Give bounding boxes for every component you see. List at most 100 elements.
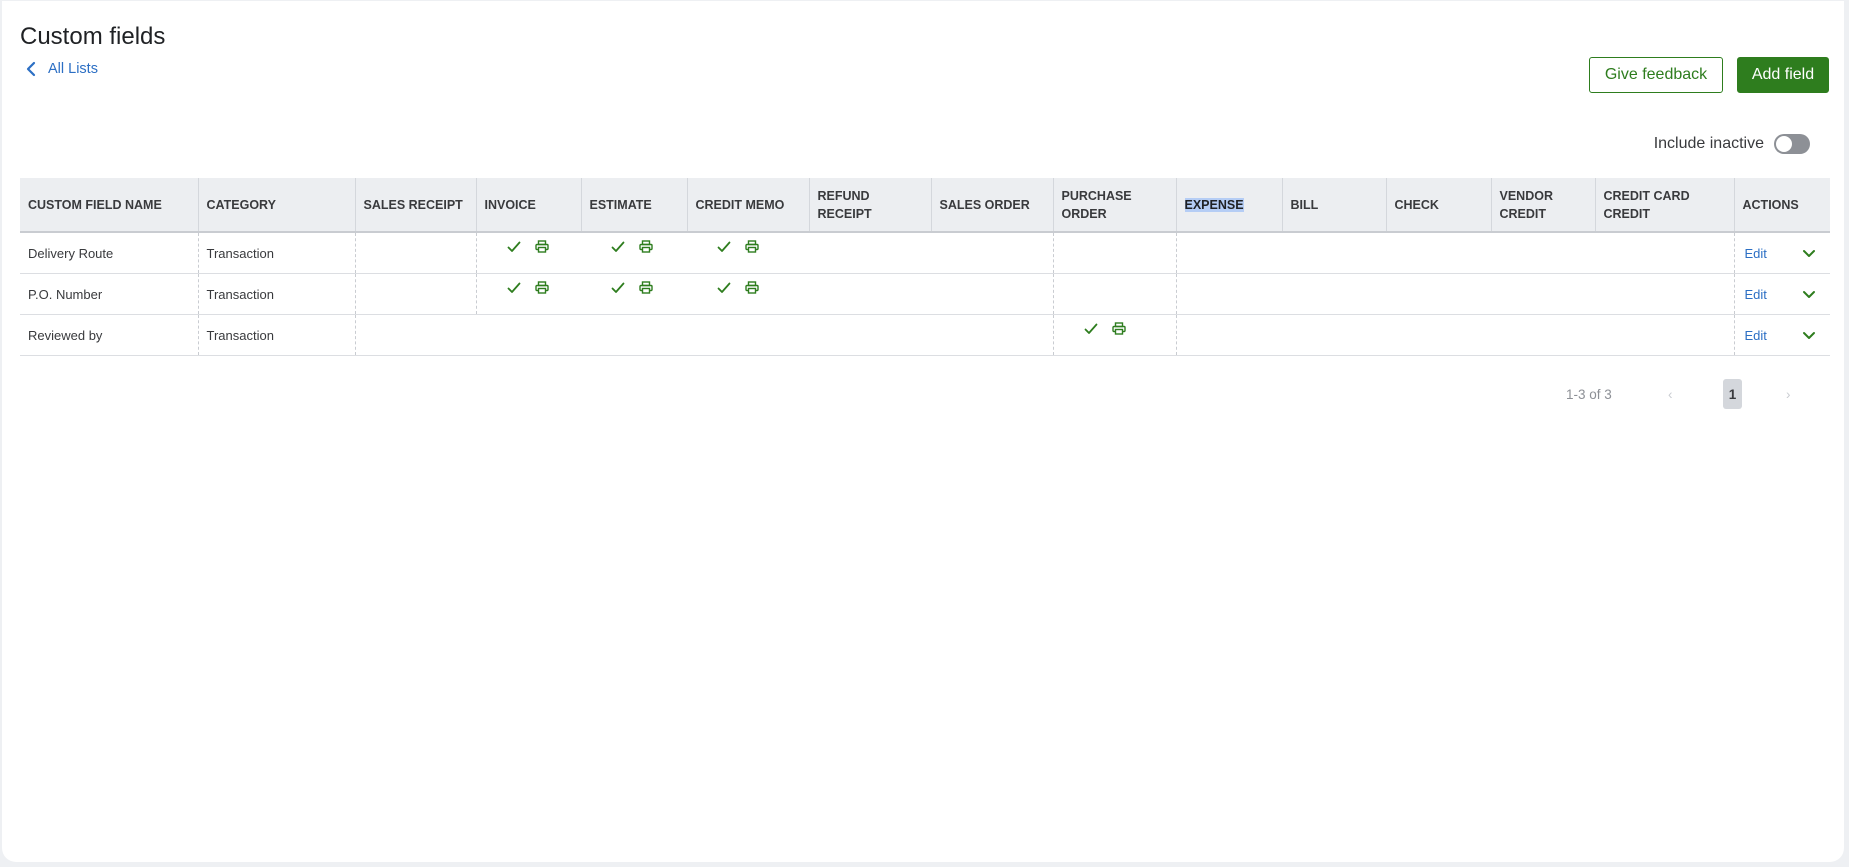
cell-purchase-order (1052, 314, 1176, 356)
printer-icon (639, 240, 653, 253)
col-refund-receipt: REFUND RECEIPT (808, 178, 931, 233)
cell-bill (1282, 273, 1386, 315)
all-lists-link[interactable]: All Lists (26, 61, 98, 77)
cell-actions: Edit (1733, 232, 1830, 274)
give-feedback-button[interactable]: Give feedback (1589, 57, 1723, 93)
col-sales-receipt: SALES RECEIPT (354, 178, 476, 233)
checkmark-icon (507, 241, 521, 253)
cell-sales-receipt (354, 314, 476, 356)
purchase-order-enabled (1084, 322, 1126, 335)
col-expense: EXPENSE (1175, 178, 1282, 233)
cell-credit-card-credit (1595, 314, 1734, 356)
table-header-row: CUSTOM FIELD NAME CATEGORY SALES RECEIPT… (20, 178, 1830, 233)
checkmark-icon (717, 282, 731, 294)
cell-invoice (475, 273, 581, 315)
include-inactive-filter: Include inactive (1654, 134, 1810, 154)
cell-credit-memo (687, 232, 809, 274)
cell-bill (1282, 232, 1386, 274)
checkmark-icon (611, 241, 625, 253)
printer-icon (745, 240, 759, 253)
field-name: Delivery Route (20, 232, 198, 274)
field-name: Reviewed by (20, 314, 198, 356)
edit-link[interactable]: Edit (1745, 328, 1767, 343)
printer-icon (1111, 322, 1126, 335)
page-button-current[interactable]: 1 (1723, 379, 1742, 409)
cell-vendor-credit (1491, 232, 1595, 274)
add-field-button[interactable]: Add field (1737, 57, 1829, 93)
chevron-down-icon[interactable] (1802, 246, 1816, 261)
cell-sales-receipt (354, 232, 476, 274)
cell-purchase-order (1052, 232, 1176, 274)
cell-check (1386, 314, 1491, 356)
checkmark-icon (1084, 323, 1098, 335)
cell-sales-order (931, 232, 1053, 274)
cell-actions: Edit (1733, 273, 1830, 315)
cell-credit-card-credit (1595, 232, 1734, 274)
col-credit-card-credit-label: CREDIT CARD CREDIT (1603, 188, 1690, 221)
cell-sales-order (931, 314, 1053, 356)
col-vendor-credit: VENDOR CREDIT (1490, 178, 1595, 233)
col-sales-order: SALES ORDER (930, 178, 1053, 233)
invoice-enabled (507, 240, 549, 253)
pagination: 1-3 of 3 ‹ 1 › (1562, 379, 1830, 411)
col-expense-label: EXPENSE (1184, 197, 1244, 212)
previous-page-button[interactable]: ‹ (1668, 387, 1673, 402)
cell-refund-receipt (809, 232, 931, 274)
col-category[interactable]: CATEGORY (197, 178, 355, 233)
field-category: Transaction (197, 232, 355, 274)
col-invoice: INVOICE (475, 178, 581, 233)
cell-expense (1175, 314, 1282, 356)
cell-sales-receipt (354, 273, 476, 315)
chevron-left-icon (26, 61, 36, 77)
field-category: Transaction (197, 273, 355, 315)
pagination-range: 1-3 of 3 (1566, 387, 1612, 402)
field-category: Transaction (197, 314, 355, 356)
field-name: P.O. Number (20, 273, 198, 315)
cell-bill (1282, 314, 1386, 356)
col-purchase-order-label: PURCHASE ORDER (1061, 188, 1132, 221)
include-inactive-label: Include inactive (1653, 135, 1764, 152)
estimate-enabled (611, 240, 653, 253)
cell-vendor-credit (1491, 314, 1595, 356)
printer-icon (534, 240, 549, 253)
chevron-down-icon[interactable] (1802, 328, 1816, 343)
all-lists-label: All Lists (48, 61, 98, 77)
edit-link[interactable]: Edit (1745, 246, 1767, 261)
credit-memo-enabled (717, 240, 759, 253)
cell-credit-memo (687, 273, 809, 315)
col-estimate: ESTIMATE (580, 178, 687, 233)
col-check: CHECK (1385, 178, 1491, 233)
checkmark-icon (717, 241, 731, 253)
next-page-button[interactable]: › (1786, 387, 1791, 402)
app-window: Custom fields All Lists Give feedback Ad… (2, 1, 1844, 862)
cell-sales-order (931, 273, 1053, 315)
col-credit-memo: CREDIT MEMO (686, 178, 809, 233)
col-credit-card-credit: CREDIT CARD CREDIT (1594, 178, 1734, 233)
table-row: Delivery Route Transaction Edit (20, 232, 1830, 274)
cell-expense (1175, 232, 1282, 274)
invoice-enabled (507, 281, 549, 294)
checkmark-icon (611, 282, 625, 294)
cell-invoice (476, 314, 581, 356)
cell-purchase-order (1052, 273, 1176, 315)
col-purchase-order: PURCHASE ORDER (1052, 178, 1176, 233)
table-row: Reviewed by Transaction Edit (20, 314, 1830, 356)
cell-credit-memo (687, 314, 809, 356)
checkmark-icon (507, 282, 521, 294)
edit-link[interactable]: Edit (1745, 287, 1767, 302)
table-row: P.O. Number Transaction Edit (20, 273, 1830, 315)
cell-check (1386, 273, 1491, 315)
col-bill: BILL (1281, 178, 1386, 233)
printer-icon (534, 281, 549, 294)
custom-fields-table: CUSTOM FIELD NAME CATEGORY SALES RECEIPT… (20, 178, 1830, 356)
cell-estimate (581, 232, 687, 274)
cell-credit-card-credit (1595, 273, 1734, 315)
col-actions: ACTIONS (1733, 178, 1830, 233)
printer-icon (745, 281, 759, 294)
toggle-knob (1776, 136, 1792, 152)
chevron-down-icon[interactable] (1802, 287, 1816, 302)
col-custom-field-name[interactable]: CUSTOM FIELD NAME (20, 178, 198, 233)
page-title: Custom fields (20, 23, 166, 50)
include-inactive-toggle[interactable] (1774, 134, 1810, 154)
cell-estimate (581, 314, 687, 356)
